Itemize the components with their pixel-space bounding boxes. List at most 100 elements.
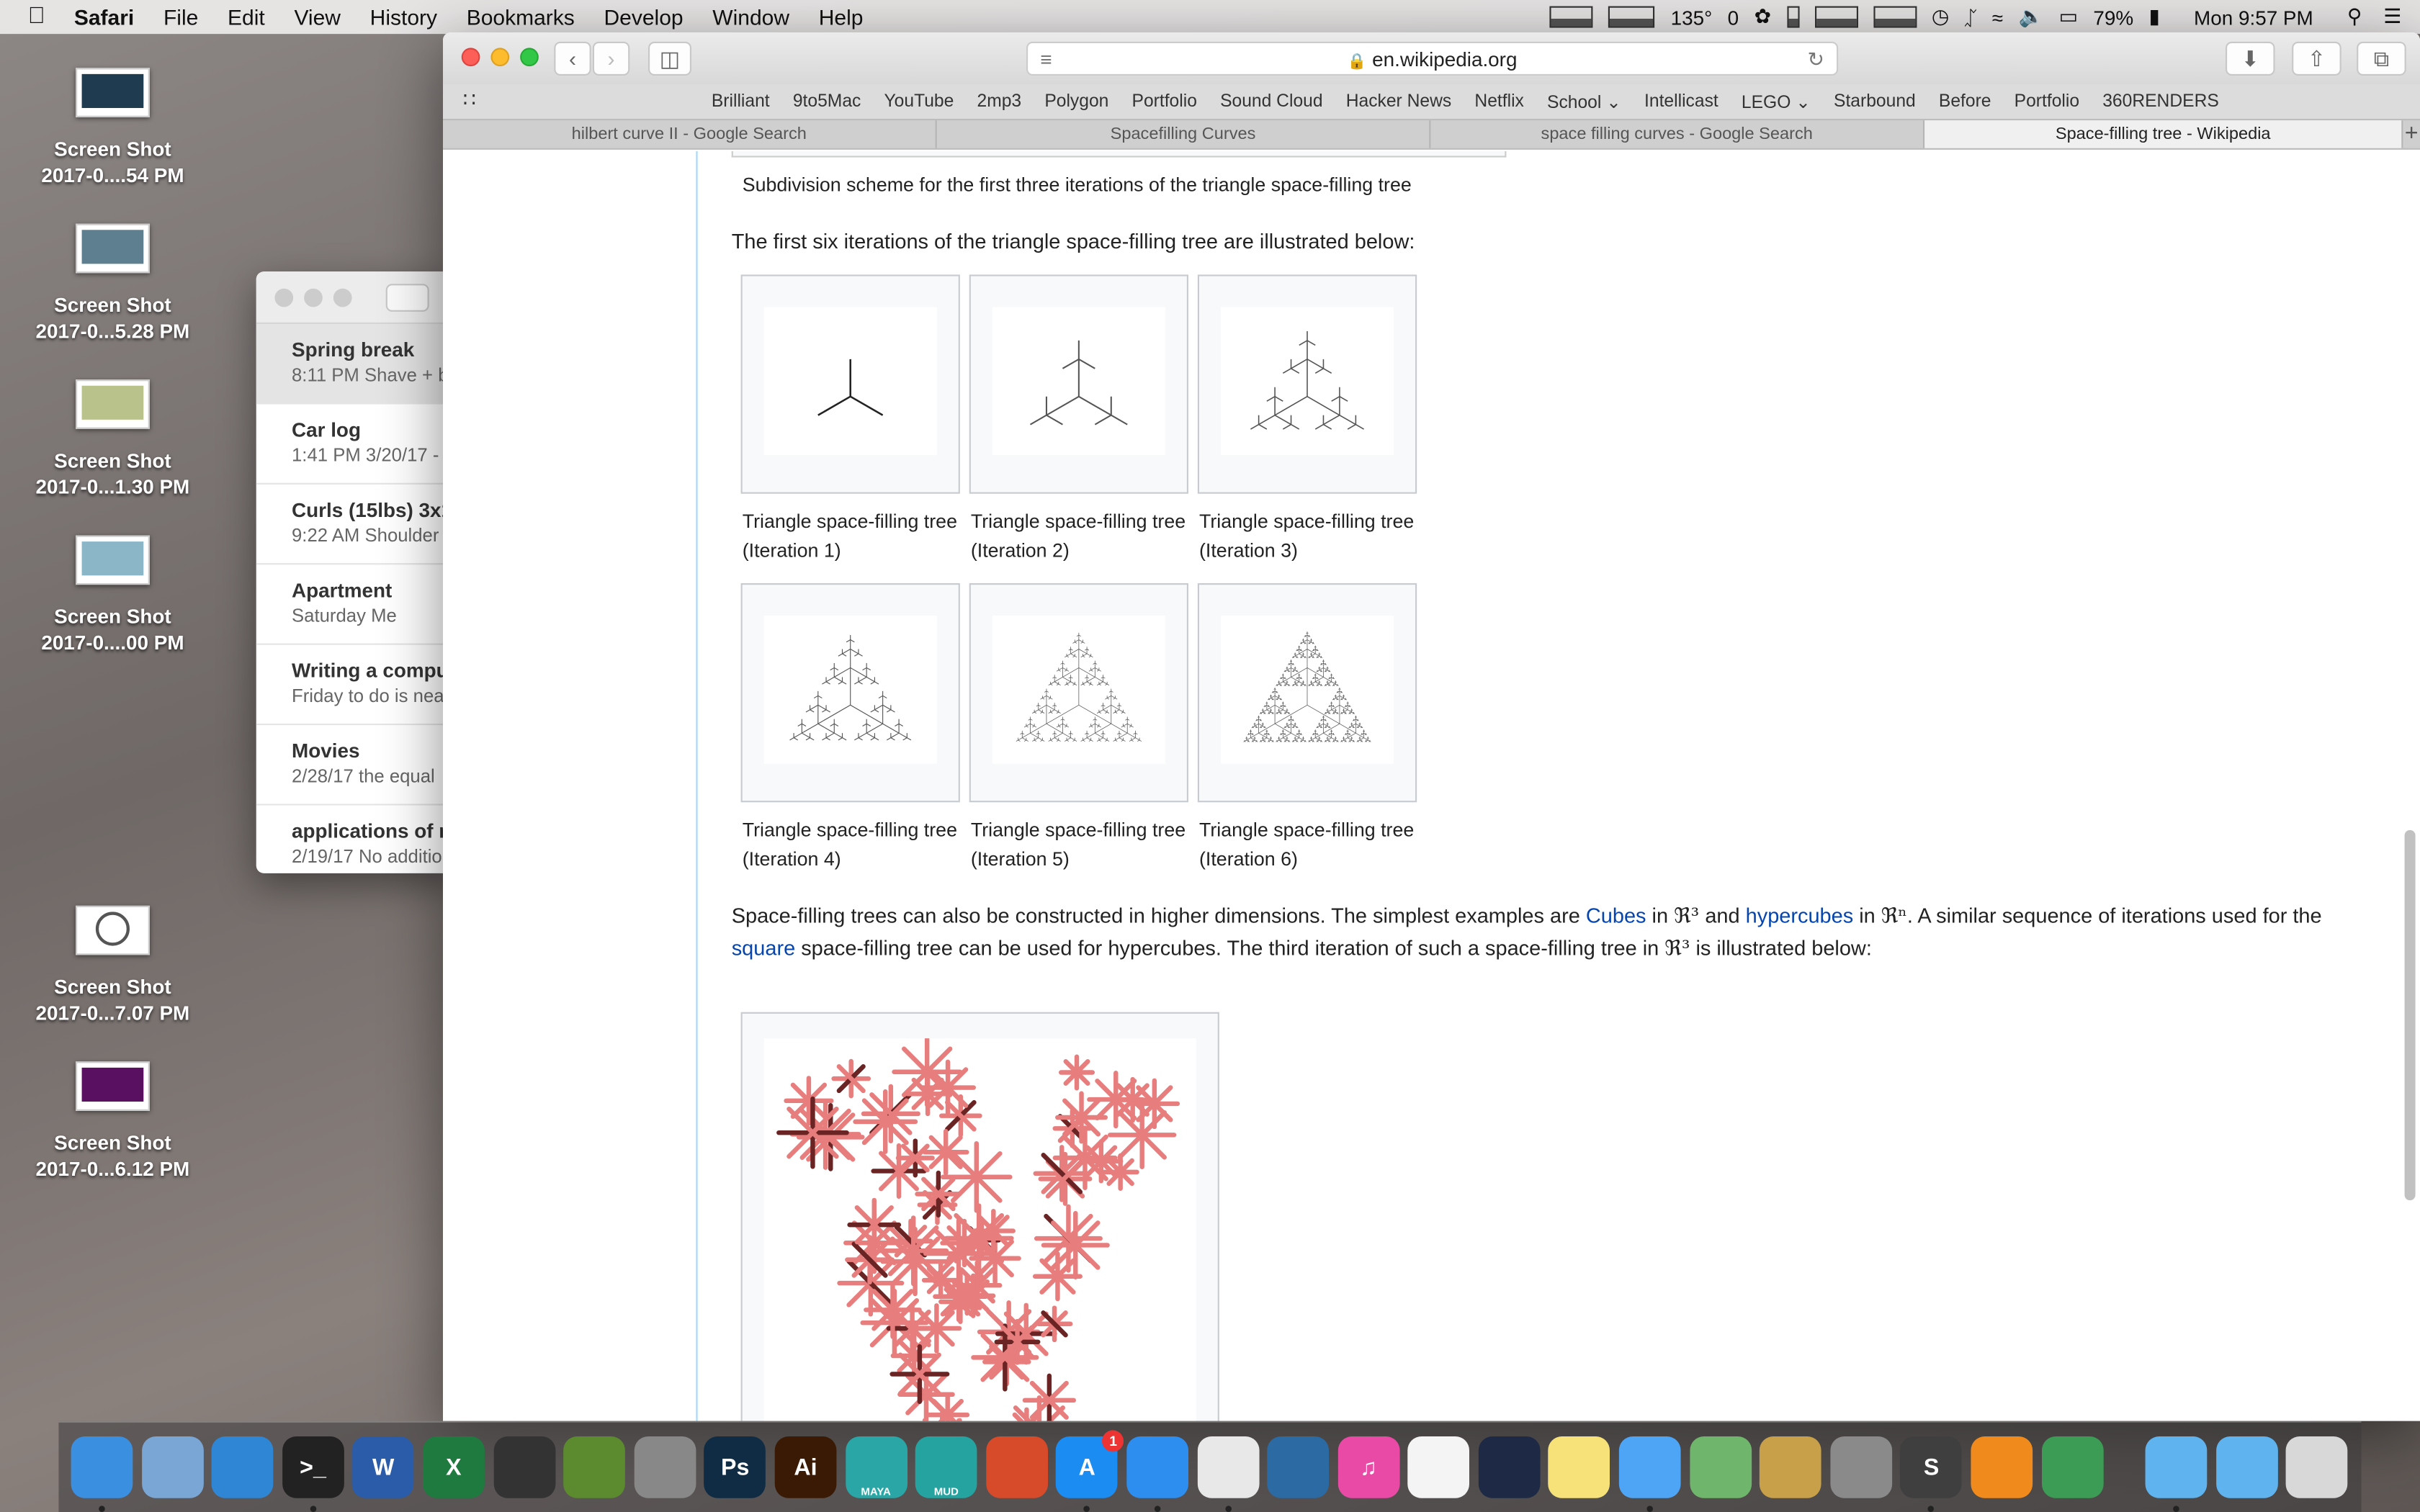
system-prefs-icon[interactable] (1830, 1436, 1892, 1498)
trash-icon[interactable] (2286, 1436, 2349, 1498)
menu-view[interactable]: View (294, 4, 340, 29)
globe-icon[interactable] (2041, 1436, 2103, 1498)
note-item[interactable]: Apartment Saturday Me (256, 564, 457, 645)
favorite-link[interactable]: Polygon (1044, 93, 1108, 112)
counter-readout[interactable]: 0 (1728, 6, 1739, 29)
app-store-icon[interactable]: A1 (1056, 1430, 1124, 1512)
favorite-folder[interactable]: LEGO ⌄ (1742, 91, 1811, 113)
menu-help[interactable]: Help (819, 4, 864, 29)
speed-icon[interactable] (1478, 1436, 1541, 1498)
gallery-image-1[interactable] (740, 274, 960, 494)
wifi-icon[interactable]: ≈ (1992, 6, 2003, 29)
messages-icon[interactable] (1618, 1436, 1681, 1512)
bluetooth-icon[interactable]: ᛢ (1965, 6, 1977, 29)
favorite-link[interactable]: 360RENDERS (2102, 93, 2219, 112)
favorite-link[interactable]: Hacker News (1346, 93, 1452, 112)
note-item[interactable]: applications of r 2/19/17 No additio (256, 806, 457, 873)
gallery-image-3[interactable] (1197, 274, 1417, 494)
note-item[interactable]: Movies 2/28/17 the equal (256, 725, 457, 806)
battery-percent[interactable]: 79% (2093, 6, 2133, 29)
activity-meter-icon[interactable] (1873, 6, 1917, 28)
close-button[interactable] (461, 48, 480, 67)
favorite-link[interactable]: Portfolio (1132, 93, 1197, 112)
memory-meter-icon[interactable] (1608, 6, 1656, 28)
menu-edit[interactable]: Edit (228, 4, 265, 29)
note-item[interactable]: Car log 1:41 PM 3/20/17 - (256, 404, 457, 485)
notes-icon[interactable] (1549, 1436, 1611, 1498)
pen-icon[interactable] (634, 1436, 696, 1498)
network-icon[interactable] (1267, 1436, 1330, 1498)
maps-icon[interactable] (1689, 1436, 1752, 1498)
favorite-link[interactable]: Before (1939, 93, 1991, 112)
forward-button[interactable]: › (592, 41, 630, 76)
desktop-screenshot-4[interactable]: Screen Shot 2017-0....00 PM (22, 535, 204, 656)
safari-icon[interactable] (1126, 1436, 1188, 1512)
favorite-folder[interactable]: School ⌄ (1547, 91, 1621, 113)
mudbox-icon[interactable]: MUD (915, 1436, 977, 1498)
minimize-button[interactable] (490, 48, 510, 67)
gallery-image-5[interactable] (969, 583, 1188, 803)
cpu-meter-icon[interactable] (1550, 6, 1594, 28)
vlc-icon[interactable] (1971, 1436, 2033, 1498)
menu-develop[interactable]: Develop (604, 4, 683, 29)
square-link[interactable]: square (732, 936, 795, 959)
favorite-link[interactable]: Netflix (1474, 93, 1523, 112)
zoom-button[interactable] (333, 288, 352, 307)
battery-icon[interactable]: ▮ (2149, 4, 2160, 29)
hypercubes-link[interactable]: hypercubes (1746, 904, 1854, 927)
sidebar-toggle-icon[interactable] (385, 284, 429, 312)
tab-spacefilling-curves[interactable]: Spacefilling Curves (937, 120, 1431, 148)
menu-bookmarks[interactable]: Bookmarks (467, 4, 575, 29)
clock[interactable]: Mon 9:57 PM (2194, 6, 2313, 29)
desktop-screenshot-2[interactable]: Screen Shot 2017-0...5.28 PM (22, 223, 204, 344)
airplay-icon[interactable]: ▭ (2059, 4, 2078, 29)
notification-center-icon[interactable]: ☰ (2383, 4, 2401, 29)
favorite-link[interactable]: Portfolio (2015, 93, 2079, 112)
downloads-button[interactable]: ⬇ (2226, 41, 2275, 76)
terminal-icon[interactable]: >_ (282, 1436, 344, 1512)
address-bar[interactable]: ≡ 🔒 en.wikipedia.org ↻ (1026, 41, 1839, 76)
tabs-overview-button[interactable]: ⧉ (2357, 41, 2406, 76)
favorite-link[interactable]: Starbound (1834, 93, 1916, 112)
scrollbar-thumb[interactable] (2404, 829, 2416, 1201)
reload-icon[interactable]: ↻ (1807, 43, 1824, 76)
photoshop-icon[interactable]: Ps (704, 1436, 766, 1498)
unity-icon[interactable] (493, 1436, 555, 1498)
menu-history[interactable]: History (370, 4, 437, 29)
scanner-icon[interactable] (1760, 1436, 1822, 1498)
menu-window[interactable]: Window (712, 4, 789, 29)
itunes-icon[interactable]: ♫ (1337, 1436, 1399, 1498)
chrome-icon[interactable] (1196, 1436, 1259, 1512)
cube-tree-figure[interactable] (740, 1012, 1219, 1421)
mail-icon[interactable] (141, 1436, 203, 1498)
desktop-screenshot-1[interactable]: Screen Shot 2017-0....54 PM (22, 68, 204, 188)
disk-meter-icon[interactable] (1786, 6, 1799, 28)
excel-icon[interactable]: X (423, 1436, 485, 1498)
gallery-image-4[interactable] (740, 583, 960, 803)
spotlight-search-icon[interactable]: ⚲ (2347, 4, 2362, 29)
favorite-link[interactable]: Brilliant (712, 93, 770, 112)
share-button[interactable]: ⇧ (2292, 41, 2341, 76)
maya-icon[interactable]: MAYA (845, 1436, 907, 1498)
cubes-link[interactable]: Cubes (1586, 904, 1646, 927)
volume-icon[interactable]: 🔈 (2018, 4, 2043, 29)
note-item[interactable]: Writing a compu Friday to do is nea (256, 645, 457, 726)
favorites-grid-icon[interactable]: ∷ (463, 88, 476, 112)
close-button[interactable] (274, 288, 294, 307)
desktop-screenshot-3[interactable]: Screen Shot 2017-0...1.30 PM (22, 379, 204, 500)
favorite-link[interactable]: 2mp3 (977, 93, 1021, 112)
favorite-link[interactable]: Sound Cloud (1220, 93, 1323, 112)
favorite-link[interactable]: YouTube (884, 93, 954, 112)
downloads-folder-icon[interactable] (2215, 1436, 2278, 1498)
minecraft-icon[interactable] (563, 1436, 626, 1498)
flower-icon[interactable]: ✿ (1754, 4, 1771, 29)
gallery-image-2[interactable] (969, 274, 1188, 494)
photos-icon[interactable] (1407, 1436, 1470, 1498)
time-machine-icon[interactable]: ◷ (1932, 4, 1949, 29)
note-item[interactable]: Curls (15lbs) 3x1 9:22 AM Shoulder (256, 485, 457, 565)
sidebar-toggle-icon[interactable]: ◫ (648, 41, 691, 76)
desktop-screenshot-5[interactable]: Screen Shot 2017-0...7.07 PM (22, 905, 204, 1026)
back-button[interactable]: ‹ (554, 41, 591, 76)
tab-wikipedia[interactable]: Space-filling tree - Wikipedia (1924, 120, 2403, 148)
temperature-readout[interactable]: 135° (1671, 6, 1713, 29)
